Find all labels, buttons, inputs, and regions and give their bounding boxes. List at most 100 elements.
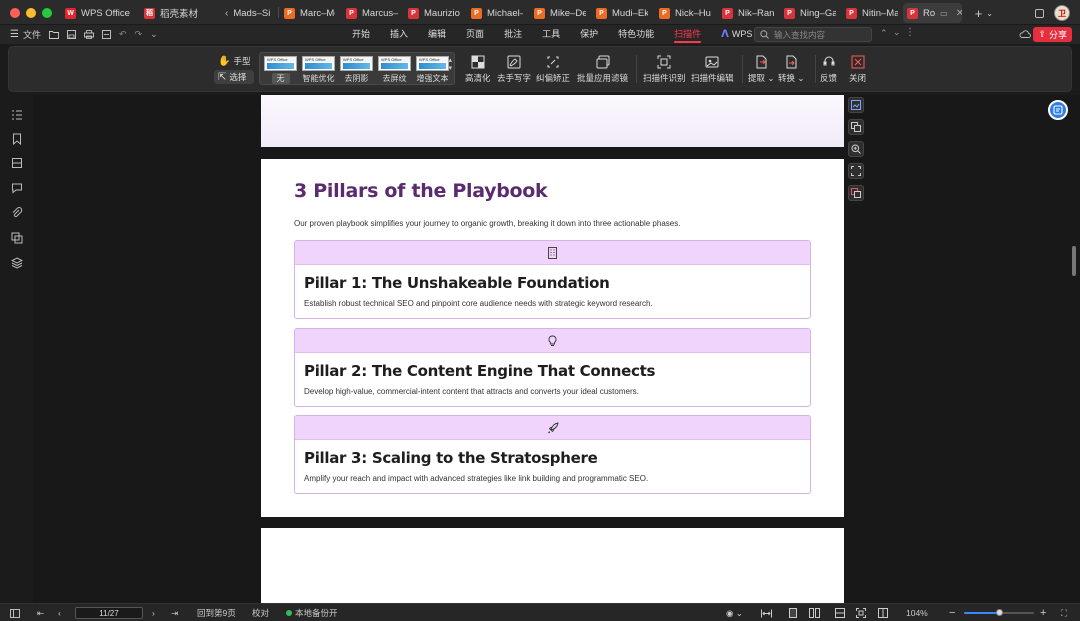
thumbnail-icon[interactable]	[11, 157, 23, 169]
chevron-left-icon[interactable]: ‹	[225, 8, 228, 19]
extract-button[interactable]: 提取 ⌄	[748, 55, 775, 84]
remove-handwriting-button[interactable]: 去手写字	[497, 55, 531, 84]
tab-marcus[interactable]: P Marcus–	[342, 3, 398, 23]
minimize-window-button[interactable]	[26, 8, 36, 18]
tab-marc[interactable]: P Marc–Mc	[280, 3, 335, 23]
proofread-button[interactable]: 校对	[252, 604, 269, 621]
search-next-icon[interactable]: ⌄	[893, 27, 901, 38]
eye-icon[interactable]: ◉ ⌄	[726, 604, 743, 621]
filter-moire[interactable]: WPS Office 去屏纹	[377, 56, 412, 84]
redo-icon[interactable]: ↷	[135, 29, 143, 40]
translate-tool-button[interactable]	[848, 119, 864, 135]
tab-maurizio[interactable]: P Maurizio	[404, 3, 460, 23]
page-number-input[interactable]	[75, 607, 143, 619]
filter-none[interactable]: WPS Office 无	[263, 56, 298, 84]
select-tool-button[interactable]: ⇱ 选择	[214, 70, 255, 84]
prev-page-icon[interactable]: ‹	[58, 604, 61, 621]
tab-ning[interactable]: P Ning–Ga	[780, 3, 836, 23]
tab-nik[interactable]: P Nik–Ran	[718, 3, 774, 23]
bookmark-icon[interactable]	[11, 133, 23, 145]
zoom-slider[interactable]	[964, 609, 1034, 616]
fit-width-icon[interactable]	[761, 604, 772, 621]
tab-scan[interactable]: 扫描件	[664, 25, 711, 44]
zoom-tool-button[interactable]	[848, 141, 864, 157]
undo-icon[interactable]: ↶	[119, 29, 127, 40]
attachment-icon[interactable]	[11, 207, 23, 219]
tab-mads[interactable]: ‹ Mads–Si	[221, 3, 273, 23]
feedback-button[interactable]: 反馈	[820, 55, 837, 84]
fit-tool-button[interactable]	[848, 163, 864, 179]
filter-text[interactable]: WPS Office 增强文本	[415, 56, 450, 84]
filter-smart[interactable]: WPS Office 智能优化	[301, 56, 336, 84]
tab-ro-active[interactable]: P Ro ▭ ✕	[903, 3, 962, 23]
search-prev-icon[interactable]: ⌃	[880, 28, 888, 39]
tab-insert[interactable]: 插入	[380, 25, 418, 44]
tab-wps-office[interactable]: W WPS Office	[61, 3, 133, 23]
two-page-icon[interactable]	[809, 604, 820, 621]
tab-page[interactable]: 页面	[456, 25, 494, 44]
compare-icon[interactable]	[11, 232, 23, 244]
file-menu[interactable]: 文件	[23, 28, 41, 41]
outline-icon[interactable]	[11, 109, 23, 121]
search-input[interactable]	[774, 29, 864, 40]
tab-mudi[interactable]: P Mudi–Ek	[592, 3, 648, 23]
tab-nitin[interactable]: P Nitin–Ma	[842, 3, 898, 23]
cloud-sync-icon[interactable]	[1019, 29, 1031, 39]
continuous-page-icon[interactable]	[835, 604, 845, 621]
filter-more-icon[interactable]: ▴ ▾	[448, 57, 452, 73]
tab-start[interactable]: 开始	[342, 25, 380, 44]
print-icon[interactable]	[84, 30, 94, 39]
tab-edit[interactable]: 编辑	[418, 25, 456, 44]
batch-filter-button[interactable]: 批量应用滤镜	[577, 55, 628, 84]
open-folder-icon[interactable]	[49, 30, 59, 39]
chevron-down-icon[interactable]: ⌄	[150, 29, 158, 40]
close-icon[interactable]: ✕	[956, 8, 962, 19]
window-layout-icon[interactable]	[1035, 8, 1044, 18]
zoom-in-icon[interactable]: +	[1040, 604, 1046, 621]
share-button[interactable]: ⇪ 分享	[1033, 27, 1072, 42]
close-window-button[interactable]	[10, 8, 20, 18]
back-to-page-link[interactable]: 回到第9页	[197, 604, 236, 621]
comment-icon[interactable]	[11, 182, 23, 194]
fullscreen-fit-icon[interactable]	[856, 604, 866, 621]
tab-tools[interactable]: 工具	[532, 25, 570, 44]
new-tab-icon[interactable]: +	[975, 6, 983, 21]
compare-tool-button[interactable]	[848, 185, 864, 201]
maximize-window-button[interactable]	[42, 8, 52, 18]
convert-button[interactable]: 转换 ⌄	[778, 55, 805, 84]
vertical-scrollbar[interactable]	[1072, 246, 1076, 276]
zoom-level[interactable]: 104%	[906, 604, 928, 621]
tab-michael[interactable]: P Michael–	[467, 3, 523, 23]
hand-tool-button[interactable]: ✋ 手型	[214, 54, 254, 68]
close-scan-button[interactable]: 关闭	[849, 55, 866, 84]
fullscreen-icon[interactable]: ⛶	[1061, 604, 1067, 621]
tab-nick[interactable]: P Nick–Hu	[655, 3, 711, 23]
tab-features[interactable]: 特色功能	[608, 25, 664, 44]
last-page-icon[interactable]: ⇥	[171, 604, 178, 621]
export-icon[interactable]	[102, 30, 111, 39]
more-options-icon[interactable]: ⋮	[905, 27, 915, 38]
save-icon[interactable]	[67, 30, 76, 39]
document-viewport[interactable]: 3 Pillars of the Playbook Our proven pla…	[33, 95, 1080, 603]
scan-recognize-button[interactable]: 扫描件识别	[643, 55, 686, 84]
zoom-slider-handle[interactable]	[996, 609, 1004, 616]
tab-protect[interactable]: 保护	[570, 25, 608, 44]
tab-annotate[interactable]: 批注	[494, 25, 532, 44]
zoom-out-icon[interactable]: −	[949, 604, 955, 621]
single-page-icon[interactable]	[788, 604, 798, 621]
sidebar-toggle-icon[interactable]	[10, 604, 20, 621]
avatar[interactable]: 卫	[1054, 5, 1070, 21]
hamburger-icon[interactable]: ☰	[10, 29, 19, 40]
filter-shadow[interactable]: WPS Office 去阴影	[339, 56, 374, 84]
first-page-icon[interactable]: ⇤	[37, 604, 44, 621]
chevron-down-icon[interactable]: ⌄	[986, 9, 993, 18]
tab-mike[interactable]: P Mike–De	[530, 3, 586, 23]
tab-daoke[interactable]: 稻 稻壳素材	[140, 3, 216, 23]
ocr-tool-button[interactable]	[848, 97, 864, 113]
assistant-fab-button[interactable]	[1048, 100, 1068, 120]
reading-mode-icon[interactable]	[878, 604, 888, 621]
scan-edit-button[interactable]: 扫描件编辑	[691, 55, 734, 84]
deskew-button[interactable]: 纠偏矫正	[536, 55, 570, 84]
backup-status[interactable]: 本地备份开	[286, 604, 338, 621]
hd-button[interactable]: 高清化	[465, 55, 491, 84]
